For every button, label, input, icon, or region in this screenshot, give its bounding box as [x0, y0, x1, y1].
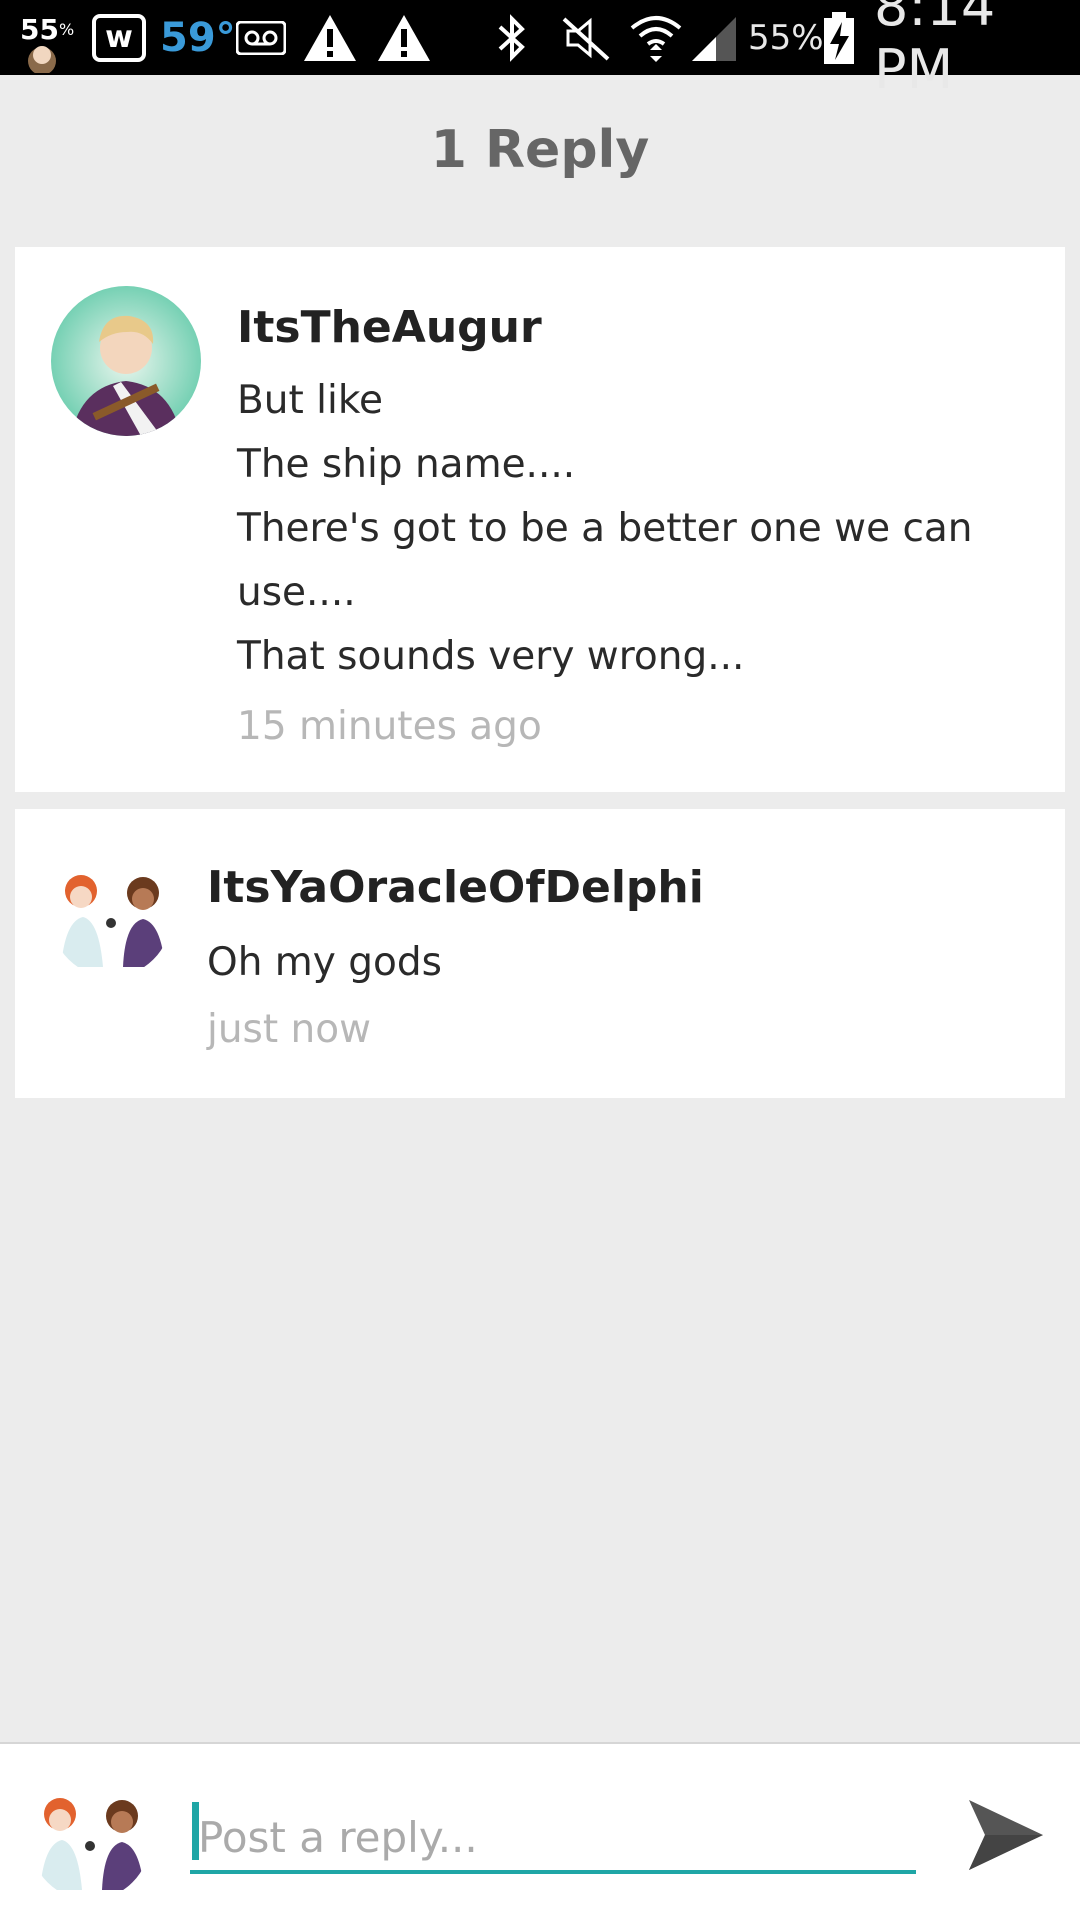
temperature: 59°: [160, 14, 236, 61]
comment-line: That sounds very wrong...: [237, 634, 745, 679]
comment-line: use....: [237, 570, 356, 615]
avatar[interactable]: [51, 857, 171, 977]
warning-icon: [302, 0, 358, 75]
send-button[interactable]: [960, 1790, 1050, 1880]
battery-charging-icon: [822, 0, 856, 75]
reply-input[interactable]: [190, 1804, 916, 1874]
comment-author[interactable]: ItsTheAugur: [237, 302, 542, 353]
clock: 8:14 PM: [874, 0, 996, 101]
reply-header: 1 Reply: [0, 75, 1080, 225]
text-cursor: [192, 1802, 199, 1860]
battery-percent: 55%: [748, 17, 824, 58]
comment-line: There's got to be a better one we can: [237, 506, 973, 551]
status-bar: 55% w 59° 55% 8:14 PM: [0, 0, 1080, 101]
comment-card: ItsYaOracleOfDelphi Oh my gods just now: [15, 809, 1065, 1098]
bluetooth-icon: [494, 0, 530, 75]
comment-line: But like: [237, 378, 384, 423]
comment-timestamp: just now: [207, 1007, 372, 1052]
comment-card: ItsTheAugur But like The ship name.... T…: [15, 247, 1065, 792]
comment-body: But like The ship name.... There's got t…: [237, 369, 973, 689]
comment-line: Oh my gods: [207, 940, 442, 985]
comment-body: Oh my gods: [207, 931, 442, 995]
avatar[interactable]: [51, 286, 201, 436]
mute-icon: [560, 0, 612, 75]
comment-author[interactable]: ItsYaOracleOfDelphi: [207, 862, 704, 913]
wattpad-icon: w: [92, 0, 146, 75]
reply-composer: [0, 1742, 1080, 1922]
page-title: 1 Reply: [430, 120, 650, 180]
comment-line: The ship name....: [237, 442, 576, 487]
level-badge: 55%: [20, 13, 75, 46]
signal-icon: [690, 0, 740, 75]
voicemail-icon: [236, 0, 286, 75]
avatar: [30, 1780, 150, 1900]
comment-timestamp: 15 minutes ago: [237, 704, 542, 749]
send-icon: [969, 1800, 1043, 1870]
wifi-icon: [628, 0, 684, 75]
warning-icon: [376, 0, 432, 75]
